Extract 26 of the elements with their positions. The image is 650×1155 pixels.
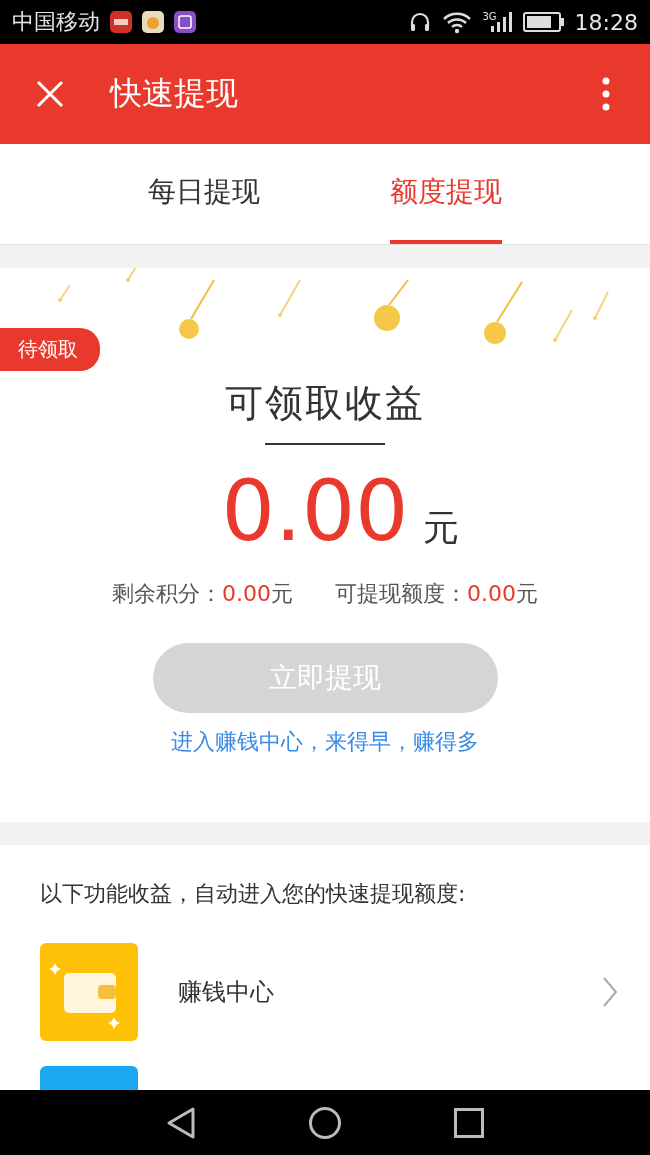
app-notification-icon bbox=[110, 11, 132, 33]
intro-text: 以下功能收益，自动进入您的快速提现额度: bbox=[40, 880, 467, 908]
recents-icon[interactable] bbox=[454, 1107, 484, 1138]
page-title: 快速提现 bbox=[110, 73, 238, 114]
card-title: 可领取收益 bbox=[225, 380, 425, 427]
tab[interactable]: 每日提现 bbox=[148, 144, 260, 244]
close-icon[interactable] bbox=[35, 79, 65, 109]
earn-center-link[interactable]: 进入赚钱中心，来得早，赚得多 bbox=[171, 727, 479, 757]
gallery-icon bbox=[174, 11, 196, 33]
carrier-name: 中国移动 bbox=[12, 8, 100, 36]
feature-label[interactable]: 赚钱中心 bbox=[178, 976, 274, 1008]
amount-value: 0.00 bbox=[221, 469, 409, 553]
home-icon[interactable] bbox=[308, 1105, 342, 1140]
battery-icon bbox=[522, 12, 565, 32]
amount-unit: 元 bbox=[422, 506, 459, 550]
more-icon[interactable] bbox=[602, 77, 610, 111]
stat-text: 可提现额度：0.00元 bbox=[335, 580, 538, 608]
pending-badge: 待领取 bbox=[0, 328, 100, 371]
clock-time: 18:28 bbox=[574, 9, 638, 35]
network-type: 3G bbox=[482, 11, 497, 22]
app-notification-icon bbox=[142, 11, 164, 33]
wifi-icon bbox=[442, 10, 473, 34]
tab[interactable]: 额度提现 bbox=[390, 144, 502, 244]
back-icon[interactable] bbox=[166, 1105, 196, 1140]
chevron-right-icon[interactable] bbox=[602, 976, 618, 1008]
stat-text: 剩余积分：0.00元 bbox=[112, 580, 293, 608]
